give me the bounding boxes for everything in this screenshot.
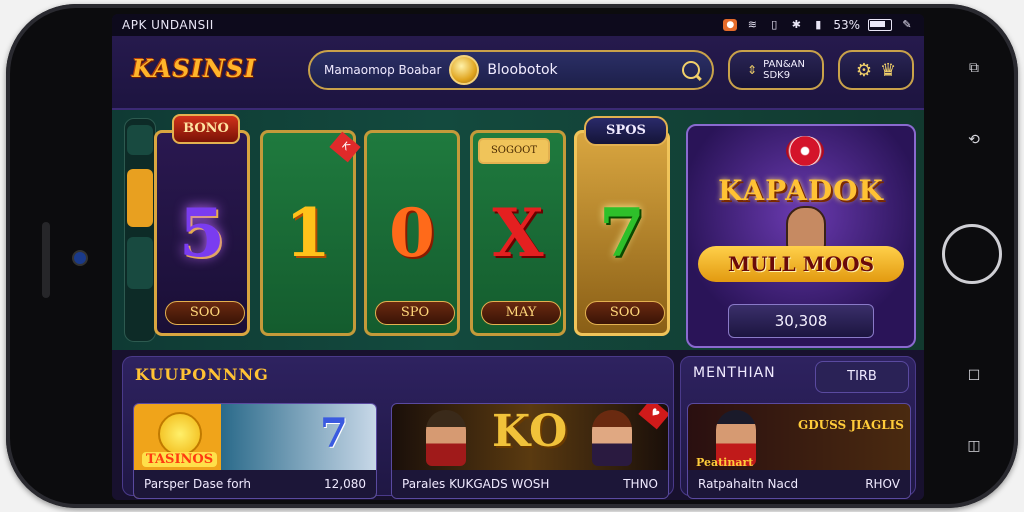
ko-logo: KO [492,406,568,457]
download-button[interactable]: ⇕ PAN&AN SDK9 [728,50,824,90]
card-name: Ratpahaltn Nacd [698,477,799,491]
status-app-name: APK UNDANSII [122,18,214,32]
side-tab-strip [124,118,156,342]
bottom-section: KUUPONNNG TASINOS 7 Parsper Dase forh 12… [112,350,924,500]
gear-icon: ⚙ [855,59,872,81]
status-icons: ● ≋ ▯ ✱ ▮ 53% ✎ [723,18,914,32]
search-icon[interactable] [682,61,700,79]
jackpot-subtitle: MULL MOOS [698,246,904,282]
rotate-icon[interactable]: ⟲ [956,132,992,148]
wifi-icon: ≋ [747,18,757,31]
app-logo[interactable]: KASINSI [132,54,257,83]
promo-text: GDUSS JIAGLIS [798,418,904,432]
coupon-card-1[interactable]: TASINOS 7 Parsper Dase forh 12,080 [133,403,377,499]
app-screen: APK UNDANSII ● ≋ ▯ ✱ ▮ 53% ✎ KASINSI Mam… [112,14,924,500]
front-camera [72,250,88,266]
card-footer: Parsper Dase forh 12,080 [134,470,376,498]
spin-button[interactable]: SPOS [584,116,668,146]
vibrate-icon: ▯ [771,18,778,31]
battery-icon [868,19,892,31]
home-button[interactable] [942,224,1002,284]
card-footer: Parales KUKGADS WOSH THNO [392,470,668,498]
card-flag-icon: ♥ [638,404,668,430]
card-value: RHOV [865,477,900,491]
reel-label: SOO [165,301,245,325]
reel-symbol: 1 [285,194,331,272]
coupons-title: KUUPONNNG [135,365,269,384]
reel-label: SPO [375,301,455,325]
promotion-card[interactable]: Peatinart GDUSS JIAGLIS Ratpahaltn Nacd … [687,403,911,499]
reel-label: MAY [481,301,561,325]
app-header: KASINSI Mamaomop Boabar Bloobotok ⇕ PAN&… [112,36,924,110]
settings-button[interactable]: ⚙ ♛ [838,50,914,90]
reel-label: SOO [585,301,665,325]
speaker-grille [42,222,50,298]
reel-symbol: 0 [389,194,435,272]
slot-machine-area: 5 SOO 1 K 0 SPO X MAY 7 SOO BONO SPOS SO… [112,110,924,350]
jackpot-panel[interactable]: KAPADOK MULL MOOS 30,308 [686,124,916,348]
card-value: 12,080 [324,477,366,491]
download-label: PAN&AN SDK9 [763,59,805,81]
search-category[interactable]: Mamaomop Boabar [324,63,441,77]
coupon-card-2[interactable]: KO ♥ Parales KUKGADS WOSH THNO [391,403,669,499]
card-name: Parales KUKGADS WOSH [402,477,550,491]
coin-icon [449,55,480,85]
sun-mascot-icon [158,412,202,456]
phone-frame: APK UNDANSII ● ≋ ▯ ✱ ▮ 53% ✎ KASINSI Mam… [6,4,1018,508]
reel-symbol: 7 [599,194,645,272]
battery-percent: 53% [833,18,860,32]
host-avatar [592,410,632,466]
edit-icon: ✎ [902,18,912,31]
coupons-panel: KUUPONNNG TASINOS 7 Parsper Dase forh 12… [122,356,674,499]
bluetooth-icon: ✱ [791,18,801,31]
reel-5[interactable]: 7 SOO [574,130,670,336]
card-footer: Ratpahaltn Nacd RHOV [688,470,910,498]
seven-symbol: 7 [320,410,348,457]
side-tab-1[interactable] [127,125,153,155]
dealer-avatar [426,410,466,466]
search-bar[interactable]: Mamaomop Boabar Bloobotok [308,50,714,90]
jackpot-title: KAPADOK [718,174,884,207]
screenshot-icon[interactable]: ⧉ [956,60,992,76]
status-bar: APK UNDANSII ● ≋ ▯ ✱ ▮ 53% ✎ [112,14,924,36]
notification-icon: ● [723,19,738,31]
side-tab-3[interactable] [127,237,153,289]
side-tab-2[interactable] [127,169,153,227]
trophy-icon: ♛ [880,59,897,81]
reel-2[interactable]: 1 K [260,130,361,336]
card-label: Peatinart [696,456,754,469]
card-name: Parsper Dase forh [144,477,251,491]
promotions-panel: MENTHIAN TIRB Peatinart GDUSS JIAGLIS Ra… [680,356,916,499]
card-logo: TASINOS [142,452,218,467]
jackpot-value: 30,308 [728,304,874,338]
bonus-badge[interactable]: BONO [172,114,240,144]
poker-chip-icon [786,136,824,166]
card-value: THNO [623,477,658,491]
back-icon[interactable]: ◫ [956,438,992,454]
signal-icon: ▮ [815,18,822,31]
reel-3[interactable]: 0 SPO [364,130,460,336]
promotions-tab-button[interactable]: TIRB [815,361,909,393]
reel-symbol: 5 [179,194,225,272]
download-icon: ⇕ [747,62,758,77]
reel-symbol: X [492,194,544,272]
reel-promo-badge: SOGOOT [478,138,550,164]
corner-tag: K [329,131,361,163]
search-text[interactable]: Bloobotok [487,62,557,78]
recent-apps-icon[interactable]: ☐ [956,368,992,384]
promotions-title: MENTHIAN [693,365,776,381]
reel-1[interactable]: 5 SOO [154,130,250,336]
